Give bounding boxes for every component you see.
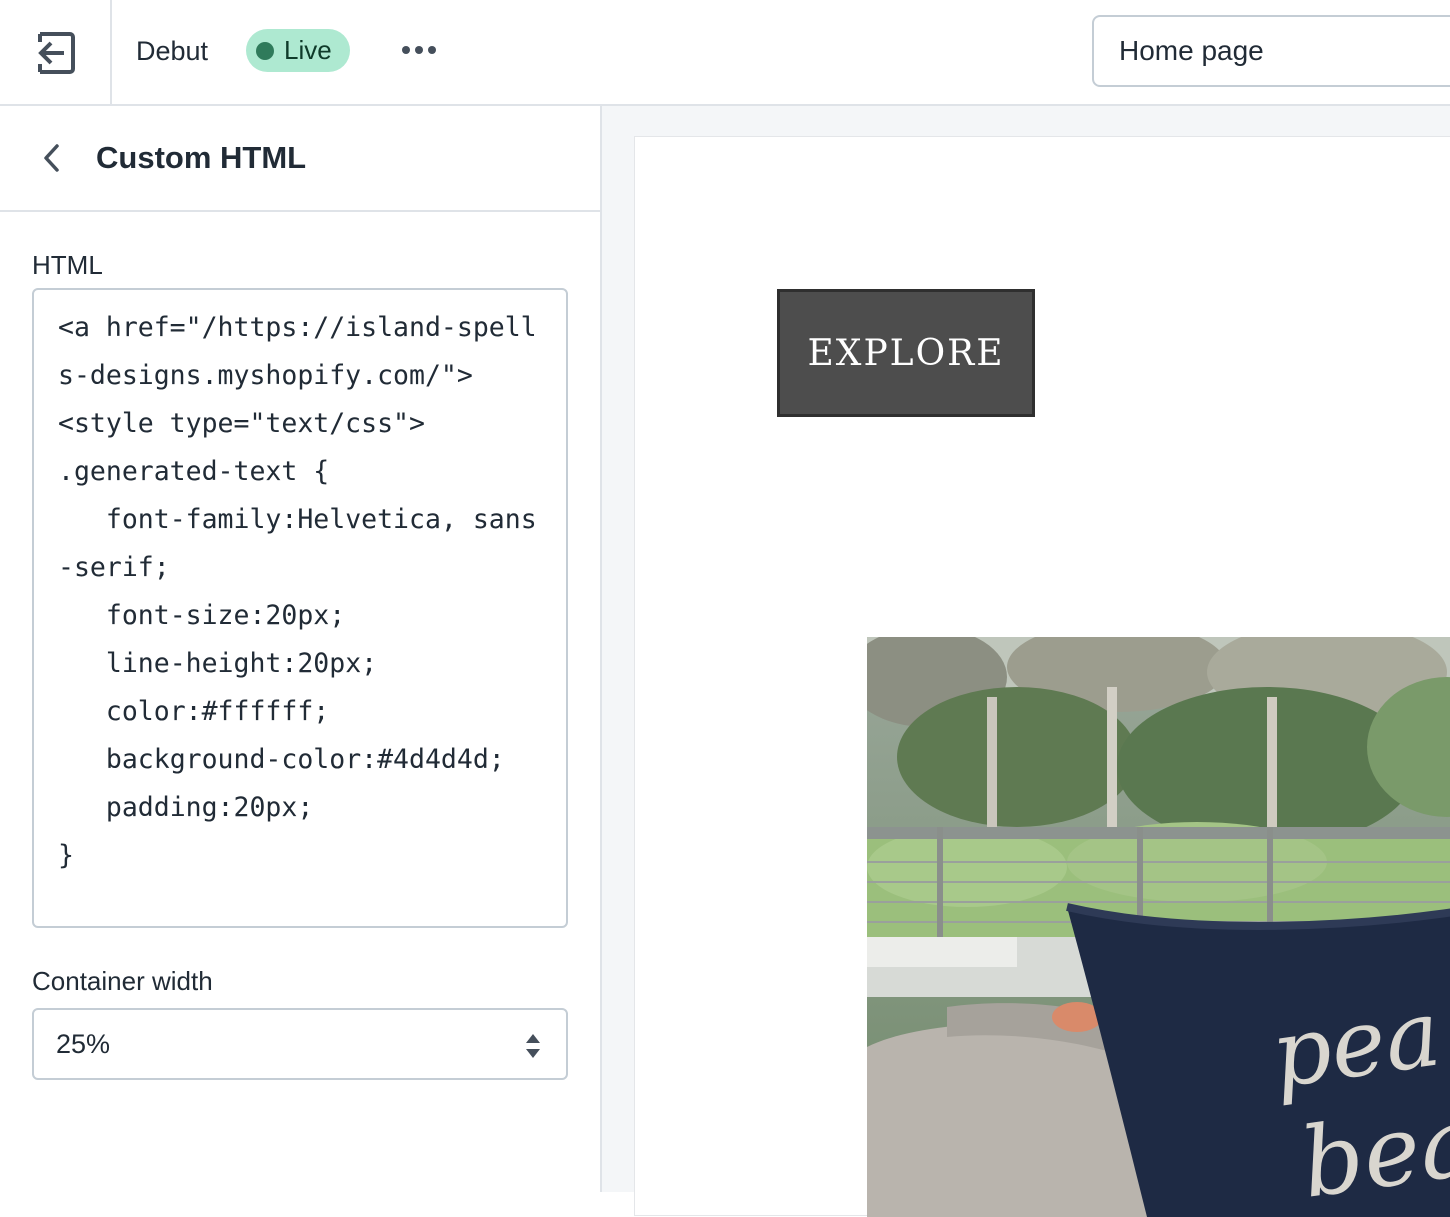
exit-editor-button[interactable] — [0, 0, 112, 106]
chevron-left-icon — [44, 144, 59, 172]
page-select[interactable]: Home page — [1092, 15, 1450, 87]
more-horizontal-icon — [402, 46, 410, 54]
html-code-textarea[interactable]: <a href="/https://island-spells-designs.… — [32, 288, 568, 928]
status-dot-icon — [256, 41, 274, 60]
container-width-value: 25% — [56, 1028, 111, 1059]
sidebar-header: Custom HTML — [0, 106, 600, 212]
theme-preview: EXPLORE pea bea — [602, 106, 1450, 1217]
back-button[interactable] — [34, 140, 70, 176]
section-title: Custom HTML — [96, 140, 307, 175]
hero-image: pea bea — [867, 637, 1450, 1217]
container-width-label: Container width — [32, 966, 213, 996]
top-bar: Debut Live Home page — [0, 0, 1450, 106]
exit-arrow-icon — [38, 32, 75, 74]
html-field-label: HTML — [32, 250, 103, 280]
theme-name: Debut — [136, 36, 209, 66]
explore-button[interactable]: EXPLORE — [777, 289, 1035, 417]
more-actions-button[interactable] — [396, 30, 442, 70]
preview-frame: EXPLORE pea bea — [634, 136, 1450, 1217]
status-badge: Live — [246, 29, 350, 72]
settings-sidebar: Custom HTML HTML <a href="/https://islan… — [0, 106, 602, 1192]
page-select-value: Home page — [1119, 35, 1264, 66]
select-stepper-icon — [526, 1034, 540, 1058]
status-badge-label: Live — [284, 35, 332, 65]
container-width-select[interactable]: 25% — [32, 1008, 568, 1080]
